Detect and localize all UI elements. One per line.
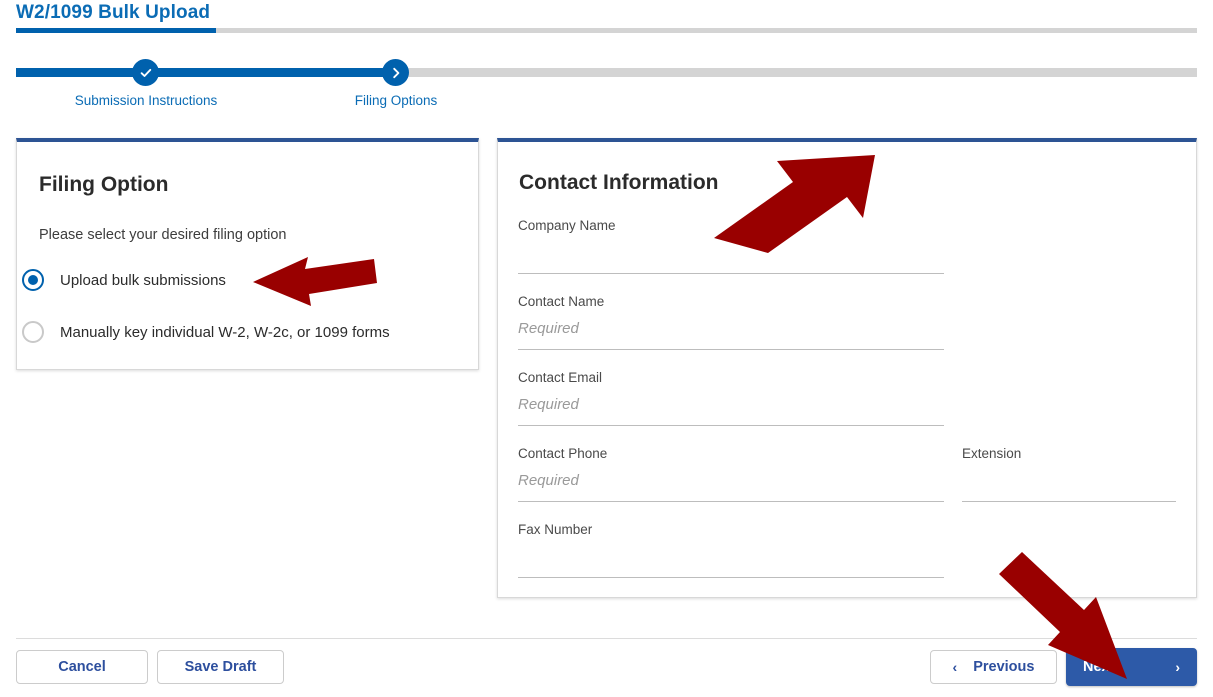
check-icon [139, 66, 153, 80]
stepper-node-filing-options[interactable] [382, 59, 409, 86]
label-extension: Extension [962, 446, 1176, 461]
field-company-name: Company Name [518, 218, 944, 274]
label-contact-phone: Contact Phone [518, 446, 944, 461]
title-progress-track [16, 28, 1197, 33]
chevron-right-icon: › [1175, 660, 1180, 674]
input-fax-number[interactable] [518, 537, 944, 578]
field-contact-phone: Contact Phone [518, 446, 944, 502]
save-draft-button[interactable]: Save Draft [157, 650, 284, 684]
next-button[interactable]: Next › [1066, 648, 1197, 686]
cancel-button[interactable]: Cancel [16, 650, 148, 684]
input-contact-name[interactable] [518, 309, 944, 350]
stepper-track [16, 68, 1197, 77]
progress-stepper: Submission Instructions Filing Options [0, 55, 1213, 120]
stepper-label-filing-options[interactable]: Filing Options [355, 93, 438, 108]
input-company-name[interactable] [518, 233, 944, 274]
input-extension[interactable] [962, 461, 1176, 502]
radio-label-upload-bulk-submissions: Upload bulk submissions [60, 272, 226, 289]
label-contact-email: Contact Email [518, 370, 944, 385]
radio-label-manually-key-forms: Manually key individual W-2, W-2c, or 10… [60, 324, 390, 341]
field-fax-number: Fax Number [518, 522, 944, 578]
filing-option-helper-text: Please select your desired filing option [39, 227, 286, 243]
chevron-left-icon: ‹ [953, 660, 958, 674]
radio-icon-unselected[interactable] [22, 321, 44, 343]
contact-information-card: Contact Information Company Name Contact… [497, 138, 1197, 598]
filing-option-title: Filing Option [39, 173, 168, 197]
page-title: W2/1099 Bulk Upload [16, 2, 210, 24]
page-root: W2/1099 Bulk Upload Submission Instructi… [0, 0, 1213, 697]
next-button-label: Next [1083, 659, 1114, 675]
field-contact-email: Contact Email [518, 370, 944, 426]
title-progress-fill [16, 28, 216, 33]
label-fax-number: Fax Number [518, 522, 944, 537]
radio-icon-selected[interactable] [22, 269, 44, 291]
previous-button[interactable]: ‹ Previous [930, 650, 1057, 684]
stepper-node-submission-instructions[interactable] [132, 59, 159, 86]
footer-divider [16, 638, 1197, 639]
previous-button-label: Previous [973, 659, 1034, 675]
field-contact-name: Contact Name [518, 294, 944, 350]
chevron-right-icon [389, 66, 403, 80]
label-company-name: Company Name [518, 218, 944, 233]
contact-information-title: Contact Information [519, 171, 719, 195]
stepper-label-submission-instructions[interactable]: Submission Instructions [75, 93, 218, 108]
field-extension: Extension [962, 446, 1176, 502]
input-contact-email[interactable] [518, 385, 944, 426]
input-contact-phone[interactable] [518, 461, 944, 502]
radio-option-upload-bulk-submissions[interactable]: Upload bulk submissions [22, 269, 226, 291]
stepper-track-completed [16, 68, 400, 77]
label-contact-name: Contact Name [518, 294, 944, 309]
radio-option-manually-key-forms[interactable]: Manually key individual W-2, W-2c, or 10… [22, 321, 390, 343]
